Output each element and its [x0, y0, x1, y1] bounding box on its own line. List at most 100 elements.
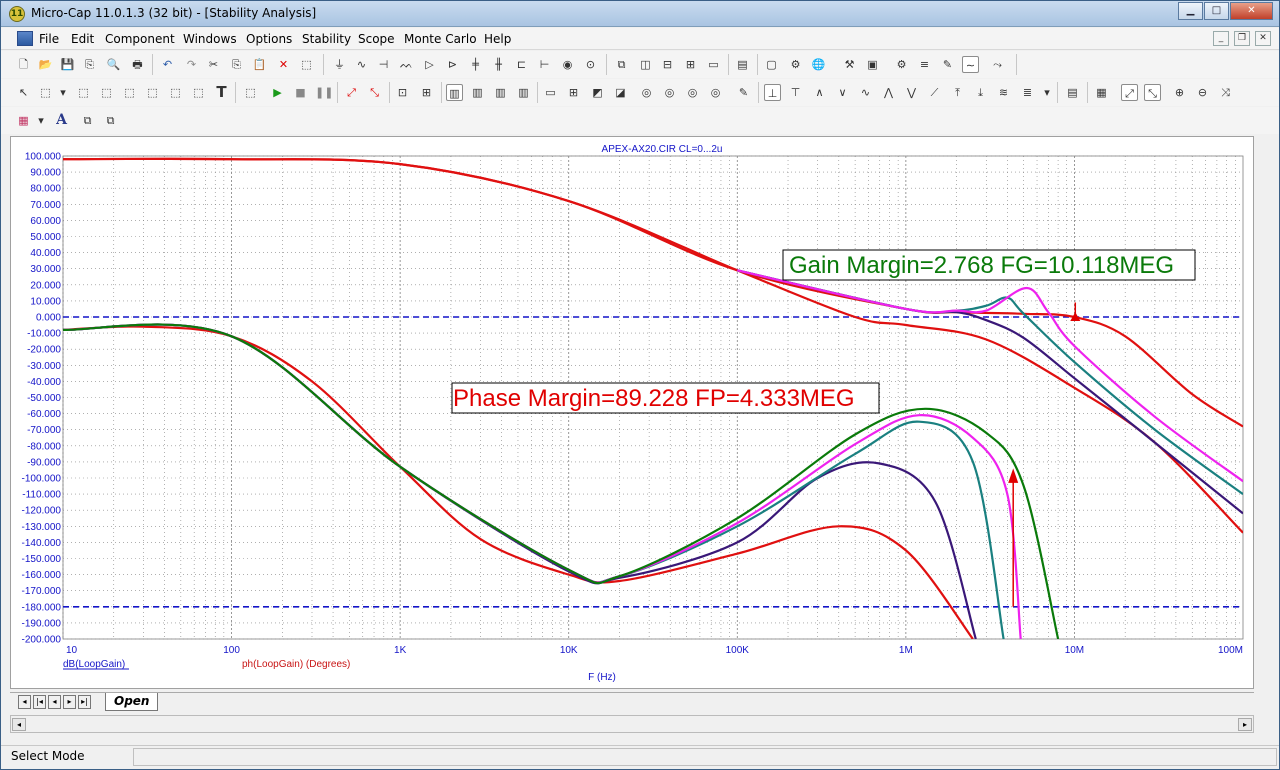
- open-file-icon[interactable]: 📂: [37, 56, 54, 73]
- legend-dB-loopgain[interactable]: dB(LoopGain): [63, 659, 125, 670]
- analysis-icon[interactable]: ∼: [962, 56, 979, 73]
- opamp-icon[interactable]: ⊏: [513, 56, 530, 73]
- inflection-icon[interactable]: ∿: [857, 84, 874, 101]
- scroll-left-icon[interactable]: ◂: [12, 718, 26, 731]
- model-icon[interactable]: ⚒: [841, 56, 858, 73]
- tab-first-button[interactable]: ◂: [18, 695, 31, 709]
- delete-icon[interactable]: ✕: [275, 56, 292, 73]
- tag-icon[interactable]: ⊡: [394, 84, 411, 101]
- tab-last-button[interactable]: ▸|: [78, 695, 91, 709]
- pan-icon[interactable]: ⤨: [1217, 84, 1234, 101]
- menu-file[interactable]: File: [39, 32, 59, 46]
- legend-ph-loopgain[interactable]: ph(LoopGain) (Degrees): [242, 659, 350, 670]
- save-icon[interactable]: 💾: [59, 56, 76, 73]
- chevron-down-icon[interactable]: ▾: [57, 84, 69, 101]
- paste-icon[interactable]: 📋: [251, 56, 268, 73]
- go-to-y-icon[interactable]: ≣: [1019, 84, 1036, 101]
- global-low-icon[interactable]: ⋁: [903, 84, 920, 101]
- edit-plot-icon[interactable]: ✎: [735, 84, 752, 101]
- cursor-2-icon[interactable]: ◎: [661, 84, 678, 101]
- zoom-out-icon[interactable]: ⊖: [1194, 84, 1211, 101]
- maximize-button[interactable]: □: [1204, 2, 1229, 20]
- color-palette-icon[interactable]: ▦: [15, 112, 32, 129]
- battery-icon[interactable]: ⊢: [536, 56, 553, 73]
- ground-icon[interactable]: ⏚: [331, 56, 348, 73]
- slope-icon[interactable]: ⟋: [926, 84, 943, 101]
- scale-axes-icon[interactable]: ◩: [589, 84, 606, 101]
- probe-icon[interactable]: ⤳: [989, 56, 1006, 73]
- plot-window[interactable]: APEX-AX20.CIR CL=0...2u 100.000 90.000 80.…: [10, 136, 1254, 689]
- high-icon[interactable]: ∧: [811, 84, 828, 101]
- tab-back-button[interactable]: ◂: [48, 695, 61, 709]
- peak-icon[interactable]: ⊥: [764, 84, 781, 101]
- npn-icon[interactable]: ⊳: [444, 56, 461, 73]
- maximize-window-icon[interactable]: ▭: [705, 56, 722, 73]
- redo-icon[interactable]: ↷: [183, 56, 200, 73]
- menu-help[interactable]: Help: [484, 32, 511, 46]
- print-icon[interactable]: 🖶: [129, 56, 146, 73]
- zoom-box-icon[interactable]: ⬚: [98, 84, 115, 101]
- properties-icon[interactable]: ⬚: [242, 84, 259, 101]
- capacitor-icon[interactable]: ⊣: [375, 56, 392, 73]
- numeric-output-icon[interactable]: ▤: [1064, 84, 1081, 101]
- mdi-minimize-button[interactable]: _: [1213, 31, 1229, 46]
- cascade-icon[interactable]: ⧉: [613, 56, 630, 73]
- menu-scope[interactable]: Scope: [358, 32, 395, 46]
- component-editor-icon[interactable]: ⚙: [787, 56, 804, 73]
- zoom-in-diag-icon[interactable]: ⤢: [343, 84, 360, 101]
- go-to-x-icon[interactable]: ≋: [995, 84, 1012, 101]
- package-editor-icon[interactable]: ⚙: [893, 56, 910, 73]
- plot-layout-4-icon[interactable]: ▥: [515, 84, 532, 101]
- globe-icon[interactable]: 🌐: [810, 56, 827, 73]
- chevron-down-icon-3[interactable]: ▾: [35, 112, 47, 129]
- fit-all-icon[interactable]: ⤡: [1144, 84, 1161, 101]
- source-icon[interactable]: ◉: [559, 56, 576, 73]
- pulse-source-icon[interactable]: ⊙: [582, 56, 599, 73]
- window-icon[interactable]: ⊞: [682, 56, 699, 73]
- mdi-restore-button[interactable]: ❐: [1234, 31, 1250, 46]
- undo-icon[interactable]: ↶: [159, 56, 176, 73]
- grid-icon[interactable]: ⊞: [418, 84, 435, 101]
- select-mode-icon[interactable]: ↖: [15, 84, 32, 101]
- menu-component[interactable]: Component: [105, 32, 175, 46]
- component-mode-icon[interactable]: ⬚: [37, 84, 54, 101]
- document-icon[interactable]: [17, 31, 33, 46]
- component-panel-icon[interactable]: ▢: [763, 56, 780, 73]
- print-preview-icon[interactable]: 🔍: [105, 56, 122, 73]
- loop-gain-plot[interactable]: APEX-AX20.CIR CL=0...2u 100.00090.00080.…: [11, 137, 1255, 690]
- calculator-icon[interactable]: ▤: [734, 56, 751, 73]
- cursor-4-icon[interactable]: ◎: [707, 84, 724, 101]
- top-icon[interactable]: ⤒: [949, 84, 966, 101]
- plot-layout-2-icon[interactable]: ▥: [469, 84, 486, 101]
- close-button[interactable]: ✕: [1230, 2, 1273, 20]
- plot-layout-3-icon[interactable]: ▥: [492, 84, 509, 101]
- auto-scale-icon[interactable]: ⬚: [121, 84, 138, 101]
- restore-limits-icon[interactable]: ⬚: [144, 84, 161, 101]
- new-file-icon[interactable]: 🗋: [15, 56, 32, 73]
- tile-horizontal-icon[interactable]: ⊟: [659, 56, 676, 73]
- tools-icon[interactable]: ✎: [939, 56, 956, 73]
- zoom-in-icon[interactable]: ⊕: [1171, 84, 1188, 101]
- cut-icon[interactable]: ✂: [205, 56, 222, 73]
- cursor-3-icon[interactable]: ◎: [684, 84, 701, 101]
- stop-icon[interactable]: ■: [292, 84, 309, 101]
- data-points-icon[interactable]: ◪: [612, 84, 629, 101]
- pause-icon[interactable]: ❚❚: [315, 84, 333, 101]
- resistor-icon[interactable]: ∿: [353, 56, 370, 73]
- tile-vertical-icon[interactable]: ◫: [637, 56, 654, 73]
- animate-icon[interactable]: ▦: [1093, 84, 1110, 101]
- app-icon[interactable]: 11: [9, 6, 25, 22]
- copy-icon[interactable]: ⎘: [228, 56, 245, 73]
- scale-icon-2[interactable]: ⬚: [167, 84, 184, 101]
- tab-open[interactable]: Open: [105, 693, 159, 711]
- cursor-1-icon[interactable]: ◎: [638, 84, 655, 101]
- valley-icon[interactable]: ⊤: [787, 84, 804, 101]
- zoom-out-diag-icon[interactable]: ⤡: [366, 84, 383, 101]
- save-all-icon[interactable]: ⎘: [81, 56, 98, 73]
- menu-windows[interactable]: Windows: [183, 32, 237, 46]
- pmos-icon[interactable]: ╫: [490, 56, 507, 73]
- mdi-close-button[interactable]: ✕: [1255, 31, 1271, 46]
- global-high-icon[interactable]: ⋀: [880, 84, 897, 101]
- graph-icon[interactable]: ⬚: [190, 84, 207, 101]
- chevron-down-icon-2[interactable]: ▾: [1041, 84, 1053, 101]
